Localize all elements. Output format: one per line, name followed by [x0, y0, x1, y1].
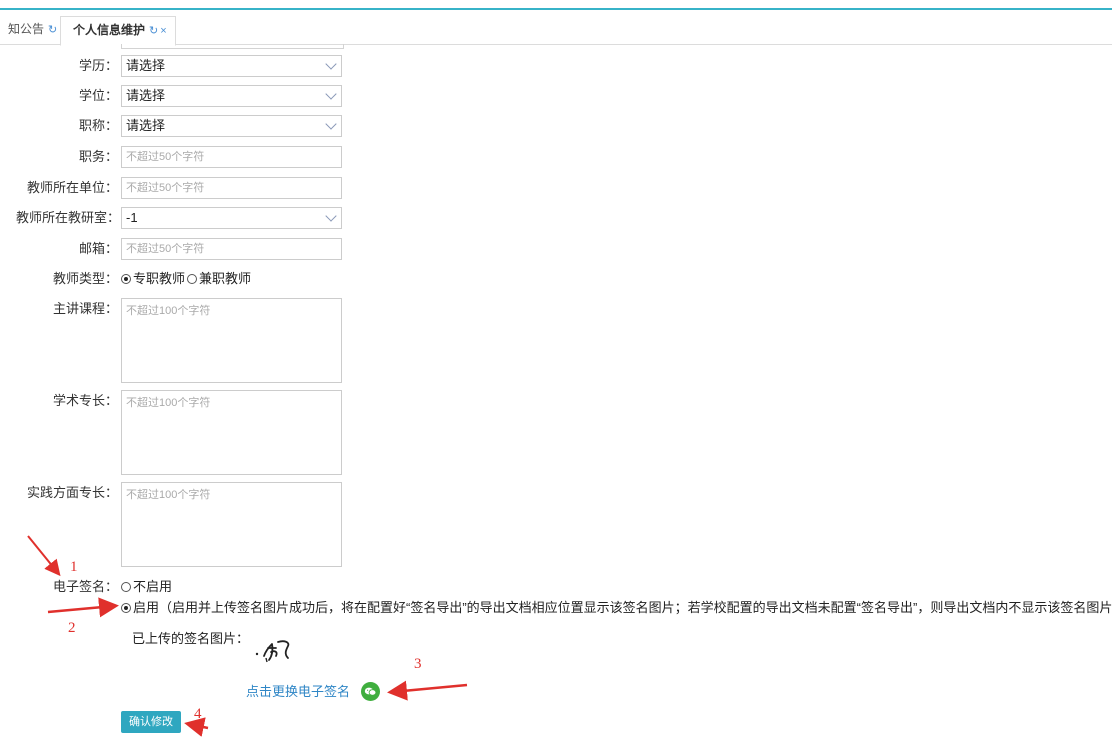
refresh-icon[interactable]: ↻	[149, 25, 158, 37]
chevron-down-icon	[325, 118, 337, 130]
radio-esign-disable[interactable]	[121, 582, 131, 592]
office-select[interactable]: -1	[121, 207, 342, 229]
unit-placeholder: 不超过50个字符	[126, 182, 205, 194]
title-label: 职称：	[78, 118, 118, 133]
position-input[interactable]: 不超过50个字符	[121, 146, 342, 168]
chevron-down-icon	[325, 88, 337, 100]
degree-select[interactable]: 请选择	[121, 85, 342, 107]
esign-enable-label[interactable]: 启用（启用并上传签名图片成功后，将在配置好“签名导出”的导出文档相应位置显示该签…	[133, 600, 1112, 615]
unit-input[interactable]: 不超过50个字符	[121, 177, 342, 199]
refresh-icon[interactable]: ↻	[48, 24, 57, 36]
esign-enable-option[interactable]: 启用（启用并上传签名图片成功后，将在配置好“签名导出”的导出文档相应位置显示该签…	[121, 597, 1112, 619]
tab-notice[interactable]: 知公告 ↻	[8, 16, 57, 42]
previous-field-edge	[121, 44, 344, 49]
academic-placeholder: 不超过100个字符	[126, 397, 211, 409]
arrow-2	[47, 597, 119, 618]
confirm-button[interactable]: 确认修改	[121, 711, 181, 733]
signature-image	[255, 640, 290, 663]
annotation-2: 2	[68, 620, 76, 636]
esign-disable-label[interactable]: 不启用	[133, 579, 172, 594]
education-value: 请选择	[126, 58, 166, 73]
practice-label: 实践方面专长：	[26, 485, 118, 500]
main-course-textarea[interactable]: 不超过100个字符	[121, 298, 342, 383]
teacher-type-label: 教师类型：	[52, 271, 118, 286]
radio-parttime[interactable]	[187, 274, 198, 284]
email-placeholder: 不超过50个字符	[126, 243, 205, 255]
annotation-1: 1	[70, 559, 78, 575]
title-value: 请选择	[126, 118, 166, 133]
education-label: 学历：	[78, 58, 118, 73]
email-input[interactable]: 不超过50个字符	[121, 238, 342, 260]
tab-personal-info-label: 个人信息维护	[73, 23, 146, 37]
practice-placeholder: 不超过100个字符	[126, 489, 211, 501]
position-label: 职务：	[78, 149, 118, 164]
wechat-icon[interactable]	[361, 682, 380, 701]
arrow-1	[27, 535, 61, 577]
degree-label: 学位：	[78, 88, 118, 103]
tab-notice-label: 知公告	[8, 22, 45, 36]
title-select[interactable]: 请选择	[121, 115, 342, 137]
practice-textarea[interactable]: 不超过100个字符	[121, 482, 342, 567]
radio-fulltime-label[interactable]: 专职教师	[133, 271, 185, 286]
radio-fulltime[interactable]	[121, 274, 131, 284]
change-signature-link[interactable]: 点击更换电子签名	[246, 681, 350, 700]
arrow-3	[387, 680, 468, 701]
email-label: 邮箱：	[78, 241, 118, 256]
education-select[interactable]: 请选择	[121, 55, 342, 77]
esign-label: 电子签名：	[52, 579, 118, 594]
academic-textarea[interactable]: 不超过100个字符	[121, 390, 342, 475]
tab-bar: 知公告 ↻ 个人信息维护 ↻ ×	[0, 10, 1112, 46]
chevron-down-icon	[325, 58, 337, 70]
arrow-4	[184, 717, 209, 737]
tab-personal-info[interactable]: 个人信息维护 ↻ ×	[60, 16, 176, 46]
teacher-type-radio-group: 专职教师 兼职教师	[121, 268, 251, 290]
degree-value: 请选择	[126, 88, 166, 103]
position-placeholder: 不超过50个字符	[126, 151, 205, 163]
office-label: 教师所在教研室：	[15, 210, 120, 225]
annotation-3: 3	[414, 656, 422, 672]
close-icon[interactable]: ×	[160, 25, 166, 37]
academic-label: 学术专长：	[52, 393, 118, 408]
uploaded-signature-label: 已上传的签名图片：	[132, 631, 250, 646]
main-course-placeholder: 不超过100个字符	[126, 305, 211, 317]
main-course-label: 主讲课程：	[52, 301, 118, 316]
annotation-4: 4	[194, 706, 202, 722]
office-value: -1	[126, 210, 138, 225]
radio-esign-enable[interactable]	[121, 603, 131, 613]
unit-label: 教师所在单位：	[26, 180, 118, 195]
radio-parttime-label[interactable]: 兼职教师	[199, 271, 251, 286]
esign-disable-option[interactable]: 不启用	[121, 576, 172, 598]
chevron-down-icon	[325, 210, 337, 222]
